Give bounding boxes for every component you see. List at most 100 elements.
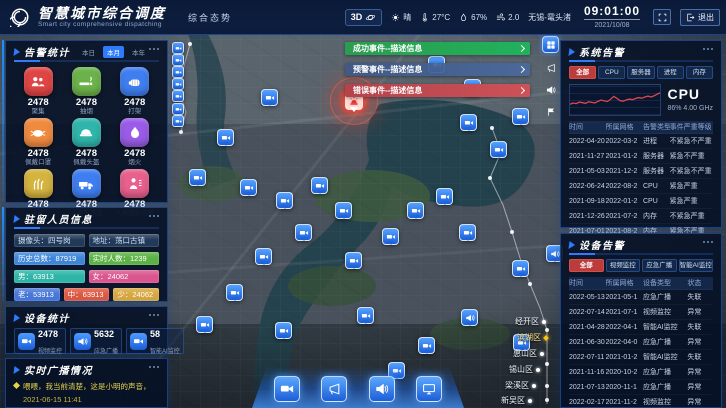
device-map-marker[interactable] [255, 248, 272, 265]
device-map-marker[interactable] [335, 202, 352, 219]
device-stat-row: 2478 视频监控 5632 应急广播 58 智 [14, 328, 159, 354]
alarm-period-tab[interactable]: 本年 [128, 46, 149, 58]
device-marker-icon [463, 228, 473, 238]
device-map-marker[interactable] [172, 103, 184, 115]
system-alarm-tab[interactable]: 进程 [657, 66, 684, 79]
device-map-marker[interactable] [172, 90, 184, 102]
personnel-gender-chip: 女：24062 [89, 270, 160, 283]
district-label[interactable]: 滨湖区 [517, 332, 548, 343]
cpu-sparkline-chart [569, 84, 661, 116]
device-map-marker[interactable] [261, 89, 278, 106]
device-map-marker[interactable] [240, 179, 257, 196]
more-icon[interactable] [149, 215, 159, 217]
system-alarm-tab[interactable]: 服务器 [627, 66, 654, 79]
device-map-marker[interactable] [407, 202, 424, 219]
alarm-period-tab[interactable]: 本日 [78, 46, 99, 58]
alarm-stat-card: 2478 打架 [111, 67, 159, 115]
device-map-marker[interactable] [490, 141, 507, 158]
device-map-marker[interactable] [311, 177, 328, 194]
panel-alarm-statistics: 告警统计 本日本月本年 2478 聚集 [5, 40, 168, 203]
device-map-marker[interactable] [436, 188, 453, 205]
humidity-status: 67% [459, 13, 487, 22]
device-map-marker[interactable] [382, 228, 399, 245]
device-map-marker[interactable] [275, 322, 292, 339]
device-map-marker[interactable] [172, 66, 184, 78]
clock-time: 09:01:00 [584, 5, 640, 20]
district-label[interactable]: 锡山区 [509, 364, 540, 375]
district-label[interactable]: 经开区 [515, 316, 546, 327]
device-alarm-tab[interactable]: 全部 [569, 259, 604, 272]
alarm-type-label: 烟火 [111, 160, 159, 167]
device-map-marker[interactable] [357, 307, 374, 324]
device-alarm-tab[interactable]: 智能AI监控 [679, 259, 714, 272]
event-toast[interactable]: 预警事件--描述信息 [345, 63, 530, 76]
view-mode-label: 3D [351, 12, 363, 22]
view-mode-3d-toggle[interactable]: 3D [345, 9, 383, 26]
device-count: 58 [150, 329, 160, 339]
logout-button[interactable]: 退出 [680, 9, 720, 26]
device-map-marker[interactable] [512, 260, 529, 277]
district-label[interactable]: 新吴区 [501, 395, 532, 406]
district-label[interactable]: 惠山区 [513, 348, 544, 359]
device-map-marker[interactable] [345, 252, 362, 269]
device-alarm-tab[interactable]: 应急广播 [642, 259, 677, 272]
bottom-tool-button[interactable] [274, 376, 300, 402]
device-map-marker[interactable] [172, 42, 184, 54]
side-tool-button[interactable] [543, 82, 558, 97]
more-icon[interactable] [149, 48, 159, 50]
device-marker-icon [279, 326, 289, 336]
device-map-marker[interactable] [189, 169, 206, 186]
system-alarm-tab[interactable]: 全部 [569, 66, 596, 79]
event-toast[interactable]: 错误事件--描述信息 [345, 84, 530, 97]
side-tool-icon [546, 85, 556, 95]
device-map-marker[interactable] [226, 284, 243, 301]
device-map-marker[interactable] [460, 114, 477, 131]
device-map-marker[interactable] [172, 115, 184, 127]
device-map-marker[interactable] [418, 337, 435, 354]
device-map-marker[interactable] [172, 54, 184, 66]
more-icon[interactable] [703, 48, 713, 50]
device-map-marker[interactable] [461, 309, 478, 326]
nav-tab-overview[interactable]: 综合态势 [188, 11, 232, 24]
more-icon[interactable] [703, 241, 713, 243]
district-name: 新吴区 [501, 395, 525, 406]
bottom-tool-button[interactable] [321, 376, 347, 402]
alarm-period-tab[interactable]: 本月 [103, 46, 124, 58]
system-alarm-tab[interactable]: 内存 [686, 66, 713, 79]
orbit-icon [365, 12, 376, 23]
col-header-grid: 所属网格 [606, 122, 643, 132]
device-map-marker[interactable] [217, 129, 234, 146]
fullscreen-button[interactable] [653, 9, 671, 25]
device-alarm-tab[interactable]: 视频监控 [606, 259, 641, 272]
alarm-type-icon [24, 67, 53, 96]
panel-device-statistics: 设备统计 2478 视频监控 5632 应急广播 [5, 306, 168, 354]
device-map-marker[interactable] [172, 78, 184, 90]
system-alarm-tab[interactable]: CPU [598, 66, 625, 79]
weather-status: 晴 [391, 12, 411, 23]
bottom-tool-button[interactable] [369, 376, 395, 402]
district-label[interactable]: 梁溪区 [505, 380, 536, 391]
app-subtitle: Smart city comprehensive dispatching [38, 22, 166, 29]
system-alarm-table: 时间 所属网格 告警类型 事件严重等级 2022-04-20 2022-03-2… [569, 121, 713, 239]
device-marker-icon [175, 118, 182, 125]
side-tool-button[interactable] [543, 60, 558, 75]
device-map-marker[interactable] [459, 224, 476, 241]
device-map-marker[interactable] [196, 316, 213, 333]
device-map-marker[interactable] [295, 224, 312, 241]
cell-type: CPU [643, 198, 670, 205]
cell-time: 2021-11-27 [569, 153, 606, 160]
bottom-tool-button[interactable] [416, 376, 442, 402]
table-row: 2022-02-17 2021-11-2 视频监控 异常 [569, 395, 713, 408]
wind-value: 2.0 [508, 13, 519, 22]
event-toast[interactable]: 成功事件--描述信息 [345, 42, 530, 55]
more-icon[interactable] [149, 314, 159, 316]
panel-personnel-info: 驻留人员信息 摄像头：四号岗地址：荡口古镇 历史总数：87919实时人数：123… [5, 207, 168, 302]
device-map-marker[interactable] [512, 108, 529, 125]
device-map-marker[interactable] [276, 192, 293, 209]
personnel-age-chip: 中：63913 [64, 288, 110, 301]
device-count: 2478 [38, 329, 58, 339]
side-tool-button[interactable] [542, 36, 559, 53]
more-icon[interactable] [149, 366, 159, 368]
left-edge-glow [2, 40, 4, 202]
side-tool-button[interactable] [543, 104, 558, 119]
